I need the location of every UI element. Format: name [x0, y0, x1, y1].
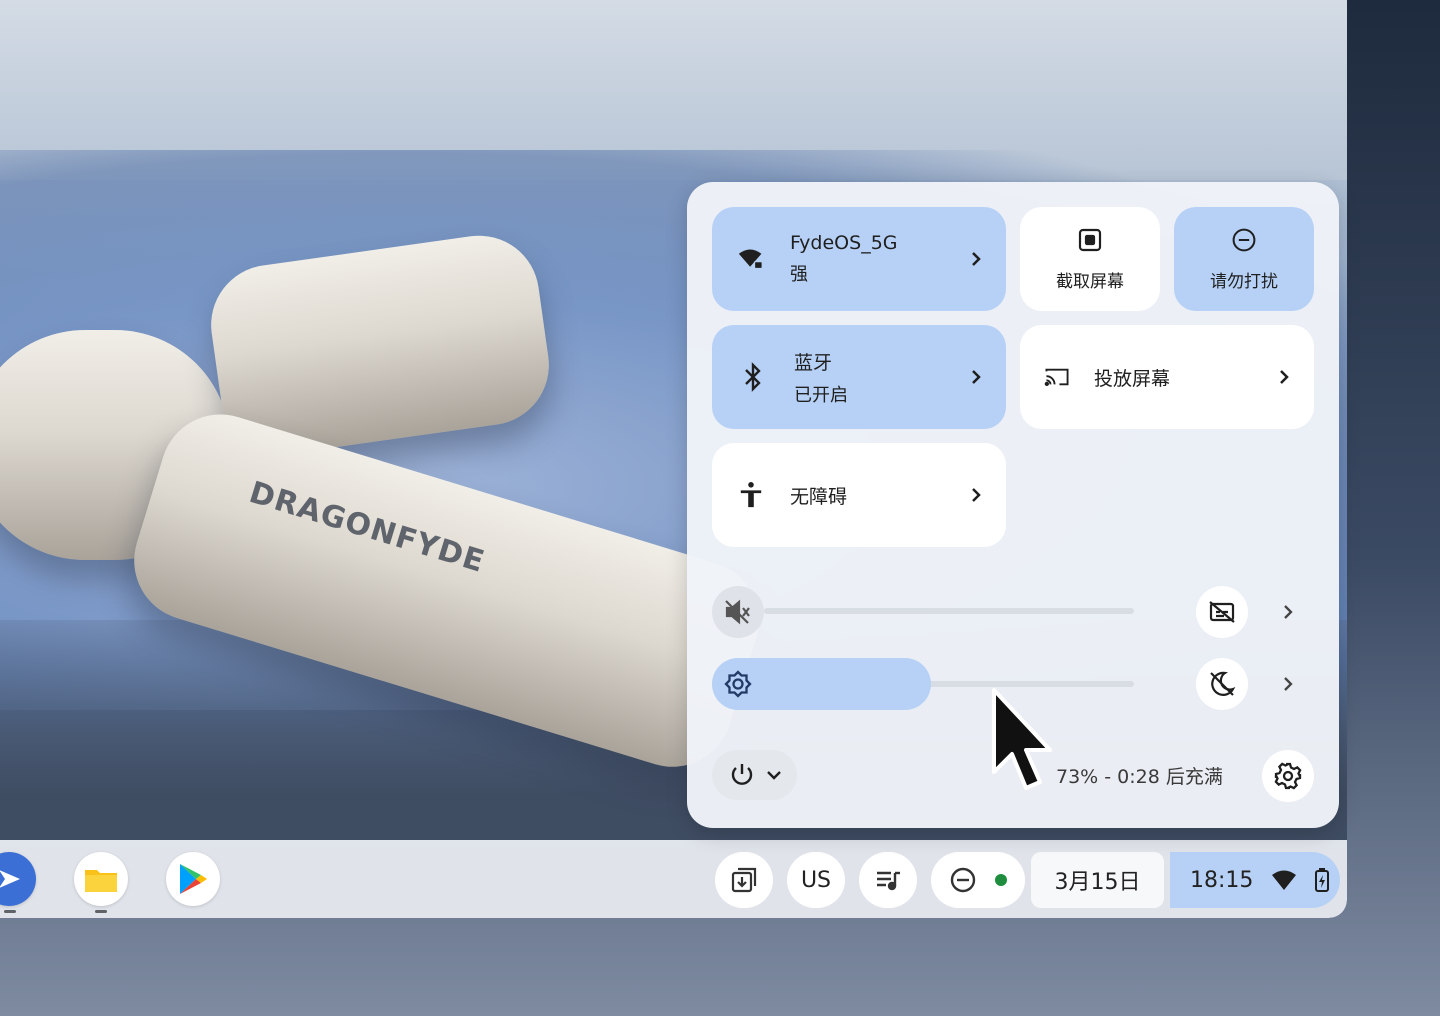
accessibility-tile[interactable]: 无障碍: [712, 443, 1006, 547]
holding-space-button[interactable]: [715, 852, 773, 908]
chevron-right-icon: [1282, 675, 1294, 693]
cast-label: 投放屏幕: [1094, 367, 1171, 390]
volume-mute-icon: [724, 599, 752, 625]
power-icon: [728, 761, 756, 789]
battery-status: 73% - 0:28 后充满: [1056, 766, 1223, 788]
brightness-button: [712, 658, 764, 710]
night-light-button[interactable]: [1196, 658, 1248, 710]
bluetooth-tile[interactable]: 蓝牙 已开启: [712, 325, 1006, 429]
shelf-app-files[interactable]: [74, 852, 128, 906]
bluetooth-status: 已开启: [794, 384, 848, 406]
chevron-right-icon: [970, 250, 982, 268]
holding-space-icon: [729, 865, 759, 895]
battery-charging-icon: [1315, 868, 1330, 892]
wifi-network-name: FydeOS_5G: [790, 232, 898, 254]
app-running-indicator: [95, 910, 107, 913]
volume-mute-button[interactable]: [712, 586, 764, 638]
ime-label: US: [800, 867, 832, 893]
accessibility-label: 无障碍: [790, 485, 848, 508]
media-controls-icon: [873, 865, 903, 895]
chevron-right-icon: [1282, 603, 1294, 621]
notification-dot: [995, 874, 1007, 886]
files-icon: [83, 864, 119, 894]
cast-tile[interactable]: 投放屏幕: [1020, 325, 1314, 429]
live-caption-button[interactable]: [1196, 586, 1248, 638]
bluetooth-icon: [740, 362, 766, 392]
dnd-tile[interactable]: 请勿打扰: [1174, 207, 1314, 311]
screenshot-icon: [1077, 227, 1103, 253]
volume-slider[interactable]: [764, 608, 1134, 614]
dnd-label: 请勿打扰: [1210, 271, 1278, 292]
settings-button[interactable]: [1262, 750, 1314, 802]
chevron-right-icon: [1278, 368, 1290, 386]
wifi-lock-icon: [738, 246, 764, 272]
wifi-tile[interactable]: FydeOS_5G 强: [712, 207, 1006, 311]
cast-icon: [1044, 364, 1070, 390]
desktop: DRAGONFYDE US 3月15日 18:15 FydeOS_5G 强 截取…: [0, 0, 1440, 1016]
play-store-icon: [177, 862, 209, 896]
shelf-app-play-store[interactable]: [166, 852, 220, 906]
settings-gear-icon: [1274, 762, 1302, 790]
time-label: 18:15: [1190, 867, 1254, 893]
night-light-off-icon: [1208, 670, 1236, 698]
date-button[interactable]: 3月15日: [1031, 852, 1164, 908]
power-menu-button[interactable]: [712, 750, 797, 800]
screenshot-label: 截取屏幕: [1056, 271, 1124, 292]
chevron-right-icon: [970, 486, 982, 504]
dnd-status-button[interactable]: [931, 852, 1025, 908]
brightness-icon: [724, 670, 752, 698]
dnd-icon: [949, 866, 977, 894]
ime-button[interactable]: US: [787, 852, 845, 908]
display-settings-button[interactable]: [1262, 658, 1314, 710]
chevron-down-icon: [766, 770, 782, 780]
media-controls-button[interactable]: [859, 852, 917, 908]
app-running-indicator: [4, 910, 16, 913]
accessibility-icon: [738, 482, 764, 508]
mouse-cursor-icon: [990, 688, 1054, 798]
dnd-icon: [1231, 227, 1257, 253]
status-area-button[interactable]: 18:15: [1170, 852, 1340, 908]
launcher-icon: [0, 864, 24, 894]
screenshot-tile[interactable]: 截取屏幕: [1020, 207, 1160, 311]
chevron-right-icon: [970, 368, 982, 386]
wifi-icon: [1271, 869, 1297, 891]
wifi-signal-strength: 强: [790, 264, 808, 285]
date-label: 3月15日: [1054, 870, 1141, 895]
audio-settings-button[interactable]: [1262, 586, 1314, 638]
caption-off-icon: [1208, 600, 1236, 624]
bluetooth-label: 蓝牙: [794, 351, 833, 374]
